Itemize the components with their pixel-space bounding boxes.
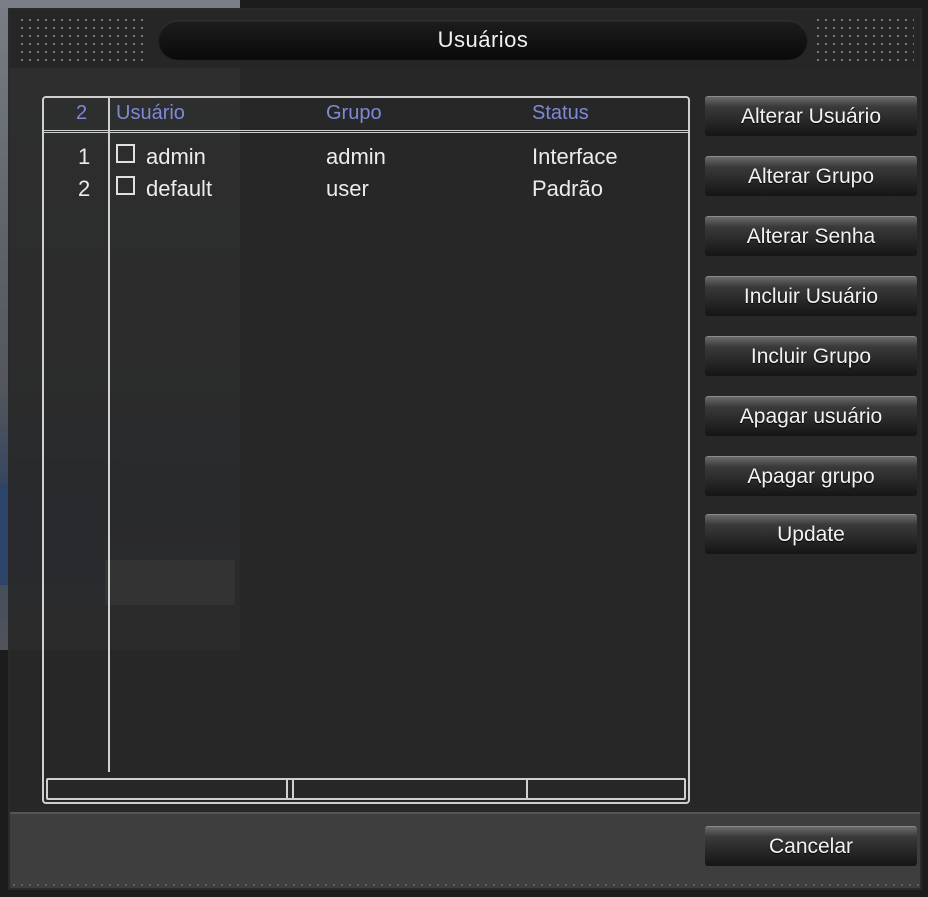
row-user: default xyxy=(146,176,213,201)
apagar-grupo-button[interactable]: Apagar grupo xyxy=(705,456,917,496)
scrollbar-divider xyxy=(286,780,288,798)
header-count: 2 xyxy=(76,102,88,124)
incluir-usuario-button[interactable]: Incluir Usuário xyxy=(705,276,917,316)
row-checkbox[interactable] xyxy=(116,144,135,163)
horizontal-scrollbar[interactable] xyxy=(46,778,686,800)
incluir-grupo-button[interactable]: Incluir Grupo xyxy=(705,336,917,376)
alterar-grupo-button[interactable]: Alterar Grupo xyxy=(705,156,917,196)
scrollbar-divider xyxy=(526,780,528,798)
title-decoration xyxy=(18,16,148,66)
row-status: Interface xyxy=(532,144,618,169)
row-checkbox[interactable] xyxy=(116,176,135,195)
header-grupo[interactable]: Grupo xyxy=(326,102,382,125)
alterar-usuario-button[interactable]: Alterar Usuário xyxy=(705,96,917,136)
cancelar-button[interactable]: Cancelar xyxy=(705,826,917,866)
users-dialog: Usuários 2 Usuário Grupo Status 1 admin … xyxy=(8,8,922,890)
alterar-senha-button[interactable]: Alterar Senha xyxy=(705,216,917,256)
update-button[interactable]: Update xyxy=(705,514,917,554)
scrollbar-divider xyxy=(292,780,294,798)
table-row[interactable]: 2 default user Padrão xyxy=(44,176,688,204)
title-bar: Usuários xyxy=(10,10,920,68)
row-status: Padrão xyxy=(532,176,603,201)
header-usuario[interactable]: Usuário xyxy=(116,102,185,125)
row-index: 1 xyxy=(78,144,91,169)
row-group: user xyxy=(326,176,369,201)
title-decoration xyxy=(814,16,914,66)
dialog-title: Usuários xyxy=(158,20,808,60)
header-status[interactable]: Status xyxy=(532,102,589,125)
users-table: 2 Usuário Grupo Status 1 admin admin Int… xyxy=(42,96,690,804)
dialog-footer: Cancelar xyxy=(10,812,920,888)
row-index: 2 xyxy=(78,176,91,201)
table-row[interactable]: 1 admin admin Interface xyxy=(44,144,688,172)
row-group: admin xyxy=(326,144,386,169)
row-user: admin xyxy=(146,144,206,169)
apagar-usuario-button[interactable]: Apagar usuário xyxy=(705,396,917,436)
footer-decoration xyxy=(10,882,920,888)
table-header: 2 Usuário Grupo Status xyxy=(44,98,688,133)
